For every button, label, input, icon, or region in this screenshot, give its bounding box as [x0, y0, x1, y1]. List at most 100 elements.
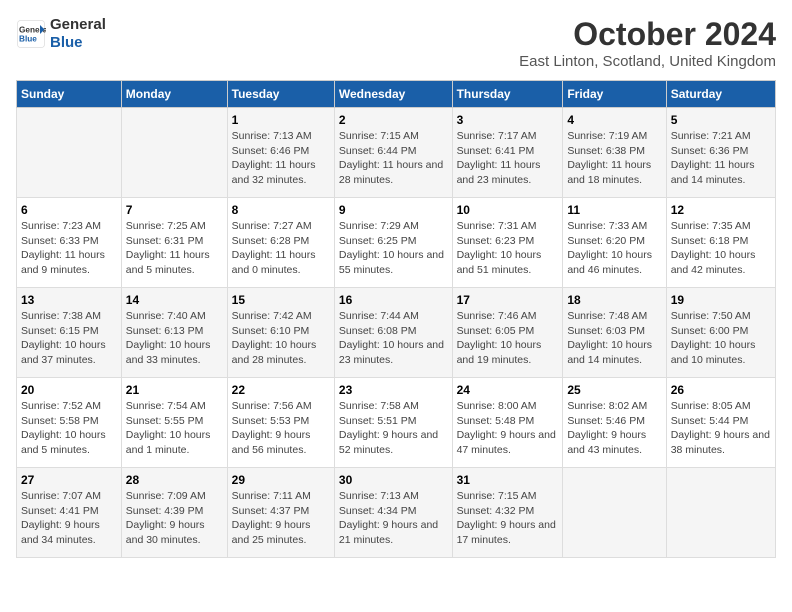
- daylight-text: Daylight: 10 hours and 37 minutes.: [21, 338, 117, 367]
- day-number: 15: [232, 293, 330, 307]
- day-number: 20: [21, 383, 117, 397]
- calendar-cell: 23 Sunrise: 7:58 AM Sunset: 5:51 PM Dayl…: [334, 378, 452, 468]
- day-info: Sunrise: 7:21 AM Sunset: 6:36 PM Dayligh…: [671, 129, 771, 188]
- day-info: Sunrise: 7:13 AM Sunset: 6:46 PM Dayligh…: [232, 129, 330, 188]
- sunset-text: Sunset: 4:37 PM: [232, 504, 330, 519]
- daylight-text: Daylight: 11 hours and 0 minutes.: [232, 248, 330, 277]
- sunrise-text: Sunrise: 7:48 AM: [567, 309, 661, 324]
- day-number: 27: [21, 473, 117, 487]
- day-info: Sunrise: 7:15 AM Sunset: 4:32 PM Dayligh…: [457, 489, 559, 548]
- daylight-text: Daylight: 10 hours and 33 minutes.: [126, 338, 223, 367]
- day-number: 13: [21, 293, 117, 307]
- daylight-text: Daylight: 11 hours and 32 minutes.: [232, 158, 330, 187]
- sunrise-text: Sunrise: 7:21 AM: [671, 129, 771, 144]
- sunset-text: Sunset: 6:44 PM: [339, 144, 448, 159]
- calendar-cell: 30 Sunrise: 7:13 AM Sunset: 4:34 PM Dayl…: [334, 468, 452, 558]
- sunrise-text: Sunrise: 7:58 AM: [339, 399, 448, 414]
- daylight-text: Daylight: 11 hours and 28 minutes.: [339, 158, 448, 187]
- sunset-text: Sunset: 6:25 PM: [339, 234, 448, 249]
- sunset-text: Sunset: 6:31 PM: [126, 234, 223, 249]
- day-info: Sunrise: 7:50 AM Sunset: 6:00 PM Dayligh…: [671, 309, 771, 368]
- daylight-text: Daylight: 9 hours and 52 minutes.: [339, 428, 448, 457]
- sunset-text: Sunset: 6:00 PM: [671, 324, 771, 339]
- calendar-cell: [666, 468, 775, 558]
- calendar-table: SundayMondayTuesdayWednesdayThursdayFrid…: [16, 80, 776, 558]
- daylight-text: Daylight: 9 hours and 56 minutes.: [232, 428, 330, 457]
- logo: General Blue General Blue: [16, 16, 106, 52]
- day-info: Sunrise: 7:54 AM Sunset: 5:55 PM Dayligh…: [126, 399, 223, 458]
- sunrise-text: Sunrise: 7:31 AM: [457, 219, 559, 234]
- day-info: Sunrise: 8:05 AM Sunset: 5:44 PM Dayligh…: [671, 399, 771, 458]
- daylight-text: Daylight: 9 hours and 47 minutes.: [457, 428, 559, 457]
- sunrise-text: Sunrise: 7:19 AM: [567, 129, 661, 144]
- sunrise-text: Sunrise: 7:54 AM: [126, 399, 223, 414]
- day-number: 1: [232, 113, 330, 127]
- calendar-cell: 11 Sunrise: 7:33 AM Sunset: 6:20 PM Dayl…: [563, 198, 666, 288]
- calendar-cell: 9 Sunrise: 7:29 AM Sunset: 6:25 PM Dayli…: [334, 198, 452, 288]
- daylight-text: Daylight: 11 hours and 14 minutes.: [671, 158, 771, 187]
- sunset-text: Sunset: 6:08 PM: [339, 324, 448, 339]
- day-number: 29: [232, 473, 330, 487]
- calendar-cell: 25 Sunrise: 8:02 AM Sunset: 5:46 PM Dayl…: [563, 378, 666, 468]
- sunset-text: Sunset: 4:41 PM: [21, 504, 117, 519]
- day-info: Sunrise: 7:48 AM Sunset: 6:03 PM Dayligh…: [567, 309, 661, 368]
- calendar-cell: 13 Sunrise: 7:38 AM Sunset: 6:15 PM Dayl…: [17, 288, 122, 378]
- sunrise-text: Sunrise: 7:38 AM: [21, 309, 117, 324]
- daylight-text: Daylight: 9 hours and 30 minutes.: [126, 518, 223, 547]
- sunrise-text: Sunrise: 7:13 AM: [232, 129, 330, 144]
- daylight-text: Daylight: 10 hours and 28 minutes.: [232, 338, 330, 367]
- calendar-header-row: SundayMondayTuesdayWednesdayThursdayFrid…: [17, 81, 776, 108]
- day-number: 30: [339, 473, 448, 487]
- day-info: Sunrise: 7:44 AM Sunset: 6:08 PM Dayligh…: [339, 309, 448, 368]
- sunset-text: Sunset: 6:20 PM: [567, 234, 661, 249]
- sunrise-text: Sunrise: 7:29 AM: [339, 219, 448, 234]
- day-number: 26: [671, 383, 771, 397]
- sunrise-text: Sunrise: 7:27 AM: [232, 219, 330, 234]
- sunrise-text: Sunrise: 7:56 AM: [232, 399, 330, 414]
- day-number: 8: [232, 203, 330, 217]
- sunrise-text: Sunrise: 7:44 AM: [339, 309, 448, 324]
- day-info: Sunrise: 7:33 AM Sunset: 6:20 PM Dayligh…: [567, 219, 661, 278]
- day-number: 6: [21, 203, 117, 217]
- day-number: 17: [457, 293, 559, 307]
- day-info: Sunrise: 7:31 AM Sunset: 6:23 PM Dayligh…: [457, 219, 559, 278]
- sunrise-text: Sunrise: 7:35 AM: [671, 219, 771, 234]
- calendar-cell: 6 Sunrise: 7:23 AM Sunset: 6:33 PM Dayli…: [17, 198, 122, 288]
- calendar-cell: 21 Sunrise: 7:54 AM Sunset: 5:55 PM Dayl…: [121, 378, 227, 468]
- daylight-text: Daylight: 11 hours and 23 minutes.: [457, 158, 559, 187]
- sunset-text: Sunset: 4:39 PM: [126, 504, 223, 519]
- title-area: October 2024 East Linton, Scotland, Unit…: [519, 16, 776, 70]
- sunset-text: Sunset: 6:46 PM: [232, 144, 330, 159]
- calendar-cell: 19 Sunrise: 7:50 AM Sunset: 6:00 PM Dayl…: [666, 288, 775, 378]
- sunset-text: Sunset: 6:15 PM: [21, 324, 117, 339]
- daylight-text: Daylight: 9 hours and 34 minutes.: [21, 518, 117, 547]
- daylight-text: Daylight: 10 hours and 55 minutes.: [339, 248, 448, 277]
- day-info: Sunrise: 8:02 AM Sunset: 5:46 PM Dayligh…: [567, 399, 661, 458]
- day-info: Sunrise: 7:58 AM Sunset: 5:51 PM Dayligh…: [339, 399, 448, 458]
- day-number: 21: [126, 383, 223, 397]
- calendar-cell: 7 Sunrise: 7:25 AM Sunset: 6:31 PM Dayli…: [121, 198, 227, 288]
- logo-text-line2: Blue: [50, 34, 106, 52]
- day-number: 18: [567, 293, 661, 307]
- sunset-text: Sunset: 6:05 PM: [457, 324, 559, 339]
- day-number: 16: [339, 293, 448, 307]
- day-info: Sunrise: 7:07 AM Sunset: 4:41 PM Dayligh…: [21, 489, 117, 548]
- calendar-week-row: 6 Sunrise: 7:23 AM Sunset: 6:33 PM Dayli…: [17, 198, 776, 288]
- daylight-text: Daylight: 11 hours and 9 minutes.: [21, 248, 117, 277]
- day-number: 12: [671, 203, 771, 217]
- sunrise-text: Sunrise: 8:00 AM: [457, 399, 559, 414]
- day-number: 25: [567, 383, 661, 397]
- day-number: 23: [339, 383, 448, 397]
- daylight-text: Daylight: 9 hours and 17 minutes.: [457, 518, 559, 547]
- sunset-text: Sunset: 6:28 PM: [232, 234, 330, 249]
- calendar-week-row: 20 Sunrise: 7:52 AM Sunset: 5:58 PM Dayl…: [17, 378, 776, 468]
- day-number: 2: [339, 113, 448, 127]
- calendar-cell: 28 Sunrise: 7:09 AM Sunset: 4:39 PM Dayl…: [121, 468, 227, 558]
- day-info: Sunrise: 7:17 AM Sunset: 6:41 PM Dayligh…: [457, 129, 559, 188]
- sunset-text: Sunset: 5:48 PM: [457, 414, 559, 429]
- calendar-cell: 10 Sunrise: 7:31 AM Sunset: 6:23 PM Dayl…: [452, 198, 563, 288]
- svg-text:Blue: Blue: [19, 35, 37, 44]
- sunrise-text: Sunrise: 7:09 AM: [126, 489, 223, 504]
- sunrise-text: Sunrise: 7:46 AM: [457, 309, 559, 324]
- day-info: Sunrise: 7:11 AM Sunset: 4:37 PM Dayligh…: [232, 489, 330, 548]
